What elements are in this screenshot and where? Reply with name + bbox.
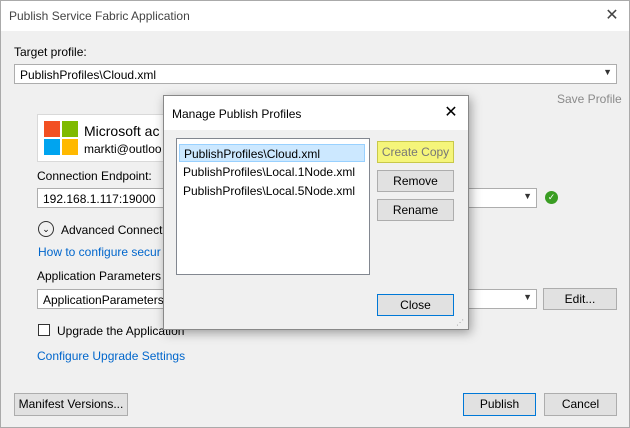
profiles-list[interactable]: PublishProfiles\Cloud.xml PublishProfile… (176, 138, 370, 275)
dialog-title: Manage Publish Profiles (172, 107, 302, 121)
app-params-value: ApplicationParameters (43, 293, 164, 307)
account-card[interactable]: Microsoft ac markti@outloo (37, 114, 169, 162)
chevron-down-icon: ▼ (523, 191, 532, 201)
manage-profiles-dialog: Manage Publish Profiles ✕ PublishProfile… (163, 95, 469, 330)
title-bar: Publish Service Fabric Application ✕ (1, 1, 629, 31)
list-item-local-5node[interactable]: PublishProfiles\Local.5Node.xml (179, 182, 365, 200)
publish-button[interactable]: Publish (463, 393, 536, 416)
edit-params-button[interactable]: Edit... (543, 288, 617, 310)
connection-endpoint-value: 192.168.1.117:19000 (43, 192, 156, 206)
target-profile-select[interactable]: PublishProfiles\Cloud.xml ▼ (14, 64, 617, 84)
connection-endpoint-label: Connection Endpoint: (37, 169, 152, 183)
save-profile-link[interactable]: Save Profile (557, 92, 622, 106)
window-title: Publish Service Fabric Application (9, 9, 190, 23)
cancel-button[interactable]: Cancel (544, 393, 617, 416)
list-item-cloud[interactable]: PublishProfiles\Cloud.xml (179, 144, 365, 162)
target-profile-value: PublishProfiles\Cloud.xml (20, 68, 157, 82)
dialog-title-bar: Manage Publish Profiles ✕ (164, 96, 468, 130)
chevron-down-icon: ▼ (603, 67, 612, 77)
close-icon[interactable]: ✕ (440, 102, 462, 124)
app-params-label: Application Parameters (37, 269, 162, 283)
chevron-down-icon: ▼ (523, 292, 532, 302)
account-name: Microsoft ac (84, 123, 160, 139)
upgrade-checkbox[interactable] (38, 324, 50, 336)
configure-security-link[interactable]: How to configure secur (38, 245, 161, 259)
check-circle-icon: ✓ (545, 191, 558, 204)
manifest-versions-button[interactable]: Manifest Versions... (14, 393, 128, 416)
microsoft-logo-icon (44, 121, 78, 155)
resize-grip-icon[interactable]: ⋰ (456, 318, 466, 328)
account-email: markti@outloo (84, 142, 162, 156)
dialog-close-button[interactable]: Close (377, 294, 454, 316)
configure-upgrade-link[interactable]: Configure Upgrade Settings (37, 349, 185, 363)
target-profile-label: Target profile: (14, 45, 87, 59)
create-copy-button[interactable]: Create Copy (377, 141, 454, 163)
expand-chevron-icon[interactable]: ⌄ (38, 221, 54, 237)
close-icon[interactable]: ✕ (601, 5, 623, 27)
rename-button[interactable]: Rename (377, 199, 454, 221)
list-item-local-1node[interactable]: PublishProfiles\Local.1Node.xml (179, 163, 365, 181)
advanced-connection-label[interactable]: Advanced Connect (61, 223, 162, 237)
remove-button[interactable]: Remove (377, 170, 454, 192)
